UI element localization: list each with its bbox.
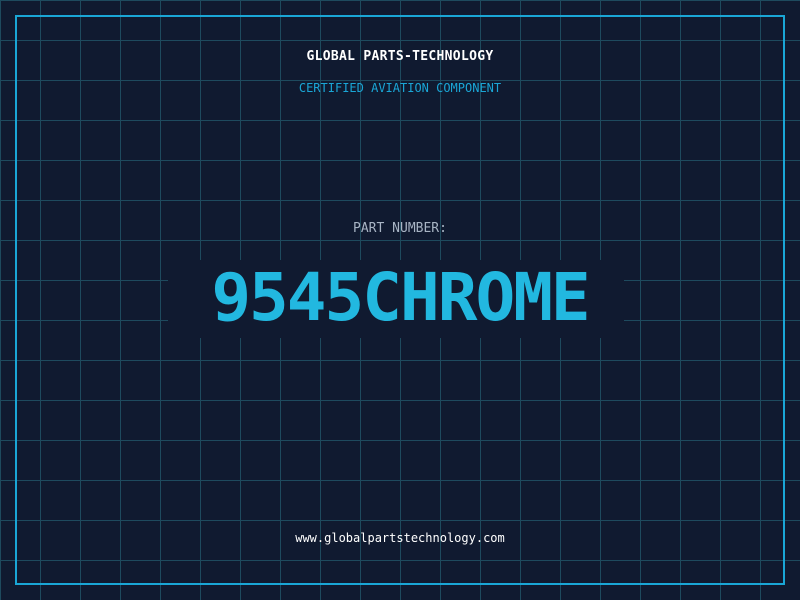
label-canvas: GLOBAL PARTS-TECHNOLOGY CERTIFIED AVIATI…: [0, 0, 800, 600]
website-link[interactable]: www.globalpartstechnology.com: [0, 531, 800, 545]
certification-subtitle: CERTIFIED AVIATION COMPONENT: [298, 81, 502, 95]
part-number-value: 9545CHROME: [211, 259, 590, 336]
company-name: GLOBAL PARTS-TECHNOLOGY: [306, 49, 494, 64]
part-number-label: PART NUMBER:: [353, 221, 447, 236]
